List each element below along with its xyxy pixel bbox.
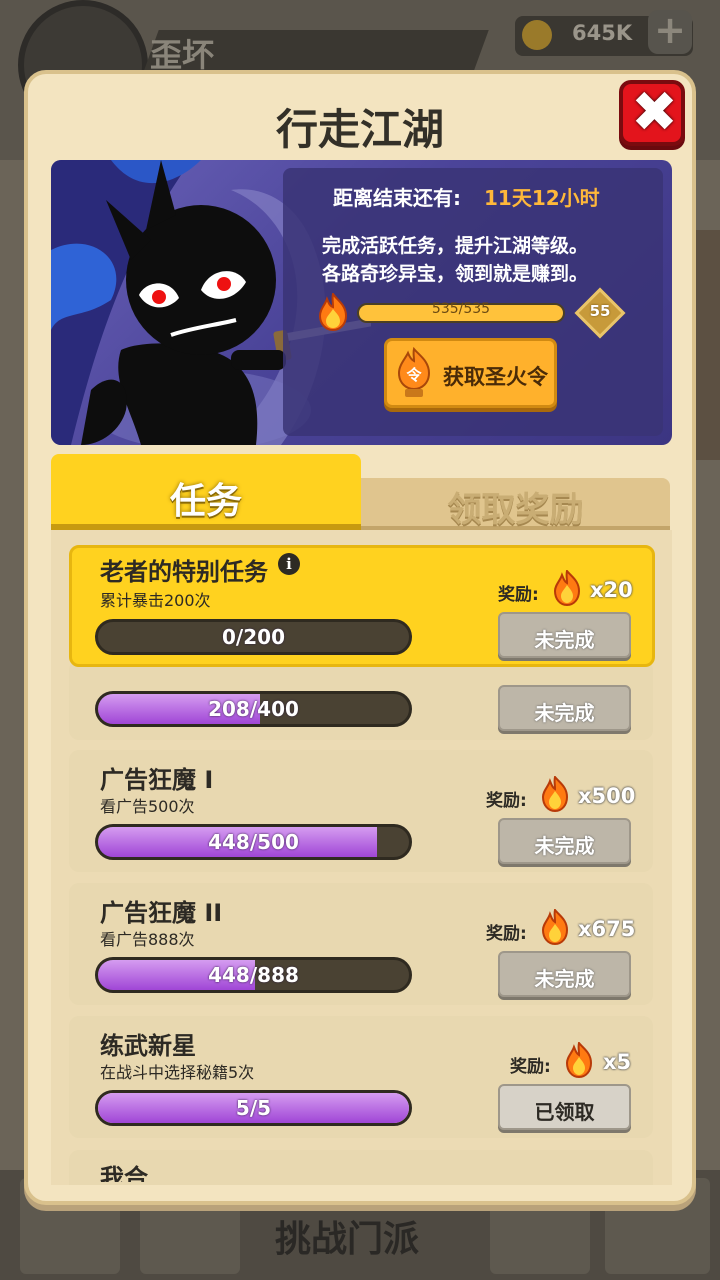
- task-subtitle: 看广告500次: [100, 797, 195, 816]
- add-coins-button[interactable]: +: [648, 10, 692, 54]
- task-status-button[interactable]: 未完成: [498, 818, 631, 864]
- get-fire-token-label: 获取圣火令: [443, 365, 548, 389]
- task-status-label: 未完成: [534, 628, 595, 652]
- task-status-label: 未完成: [534, 834, 595, 858]
- fire-token-icon: [318, 293, 348, 331]
- reward-label: 奖励:: [510, 1057, 551, 1077]
- coin-amount: 645K: [572, 21, 633, 45]
- task-title: 老者的特别任务: [100, 558, 268, 586]
- task-card: [69, 1150, 653, 1185]
- task-title: 我合: [100, 1164, 148, 1182]
- task-title: 广告狂魔 I: [100, 766, 214, 794]
- task-status-button-claimed[interactable]: 已领取: [498, 1084, 631, 1130]
- task-subtitle: 看广告888次: [100, 930, 195, 949]
- close-button[interactable]: ✖: [619, 80, 685, 146]
- info-icon[interactable]: i: [278, 553, 300, 575]
- reward-count: x675: [578, 917, 636, 941]
- close-icon: ✖: [631, 80, 678, 145]
- event-description-line-1: 完成活跃任务，提升江湖等级。: [322, 235, 589, 257]
- fire-token-icon: [553, 570, 581, 606]
- task-progress-text: 448/500: [208, 830, 299, 854]
- countdown-value: 11天12小时: [484, 186, 600, 210]
- task-progress-text: 0/200: [222, 625, 285, 649]
- reward-count: x500: [578, 784, 636, 808]
- level-number: 55: [589, 302, 611, 320]
- task-status-label: 未完成: [534, 967, 595, 991]
- task-title: 练武新星: [100, 1032, 196, 1060]
- reward-label: 奖励:: [486, 791, 527, 811]
- fire-token-icon: [541, 909, 569, 945]
- fire-token-icon: [565, 1042, 593, 1078]
- dialog-title: 行走江湖: [275, 105, 444, 154]
- task-subtitle: 累计暴击200次: [100, 591, 211, 610]
- countdown-label: 距离结束还有:: [333, 186, 461, 210]
- task-title: 广告狂魔 II: [100, 899, 223, 927]
- get-fire-token-button[interactable]: 令 获取圣火令: [384, 338, 557, 408]
- task-progress-text: 448/888: [208, 963, 299, 987]
- reward-count: x20: [590, 578, 633, 602]
- task-status-button[interactable]: 未完成: [498, 612, 631, 658]
- task-status-label: 未完成: [534, 701, 595, 725]
- tab-rewards-label[interactable]: 领取奖励: [361, 482, 670, 531]
- task-status-button[interactable]: 未完成: [498, 685, 631, 731]
- coin-icon: [522, 20, 552, 50]
- event-description-line-2: 各路奇珍异宝，领到就是赚到。: [322, 263, 589, 285]
- fire-token-icon: [541, 776, 569, 812]
- reward-label: 奖励:: [486, 924, 527, 944]
- fire-token-badge-icon: 令: [397, 347, 431, 397]
- task-progress-text: 5/5: [235, 1096, 272, 1120]
- tab-tasks-label[interactable]: 任务: [51, 472, 361, 524]
- task-subtitle: 在战斗中选择秘籍5次: [100, 1063, 255, 1082]
- task-status-button[interactable]: 未完成: [498, 951, 631, 997]
- level-progress-text: 535/535: [431, 301, 491, 317]
- token-character: 令: [406, 366, 422, 384]
- task-progress-text: 208/400: [208, 697, 299, 721]
- reward-label: 奖励:: [498, 585, 539, 605]
- task-status-label: 已领取: [534, 1100, 595, 1124]
- reward-count: x5: [603, 1050, 632, 1074]
- bottom-nav-challenge-label[interactable]: 挑战门派: [275, 1210, 419, 1262]
